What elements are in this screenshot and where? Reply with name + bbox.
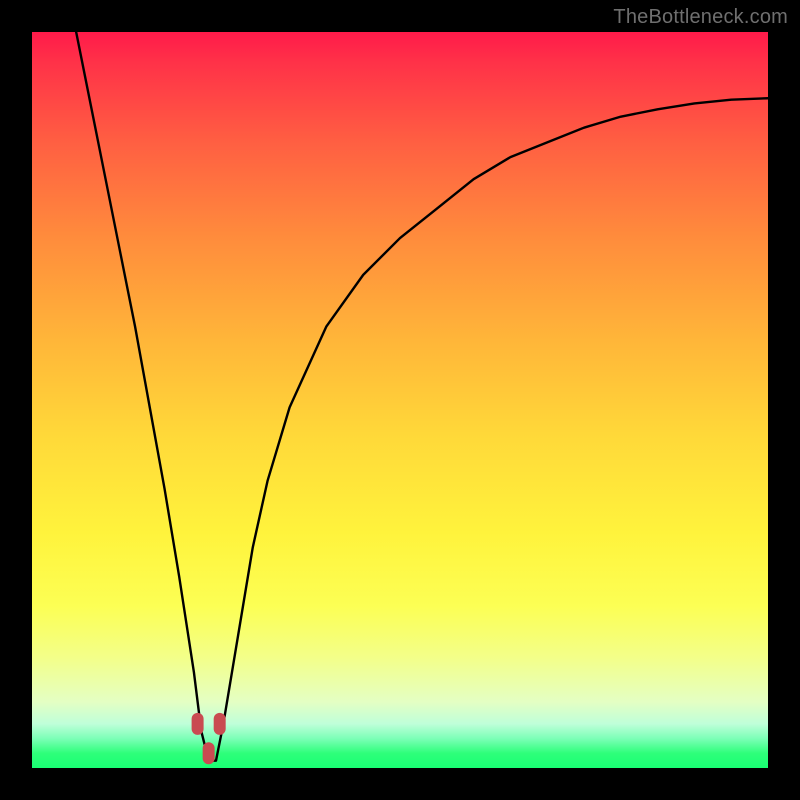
dip-marker: [203, 742, 215, 764]
dip-marker: [214, 713, 226, 735]
outer-frame: TheBottleneck.com: [0, 0, 800, 800]
plot-area: [32, 32, 768, 768]
bottleneck-curve: [76, 32, 768, 761]
watermark-text: TheBottleneck.com: [613, 6, 788, 29]
dip-marker: [192, 713, 204, 735]
curve-svg-layer: [32, 32, 768, 768]
